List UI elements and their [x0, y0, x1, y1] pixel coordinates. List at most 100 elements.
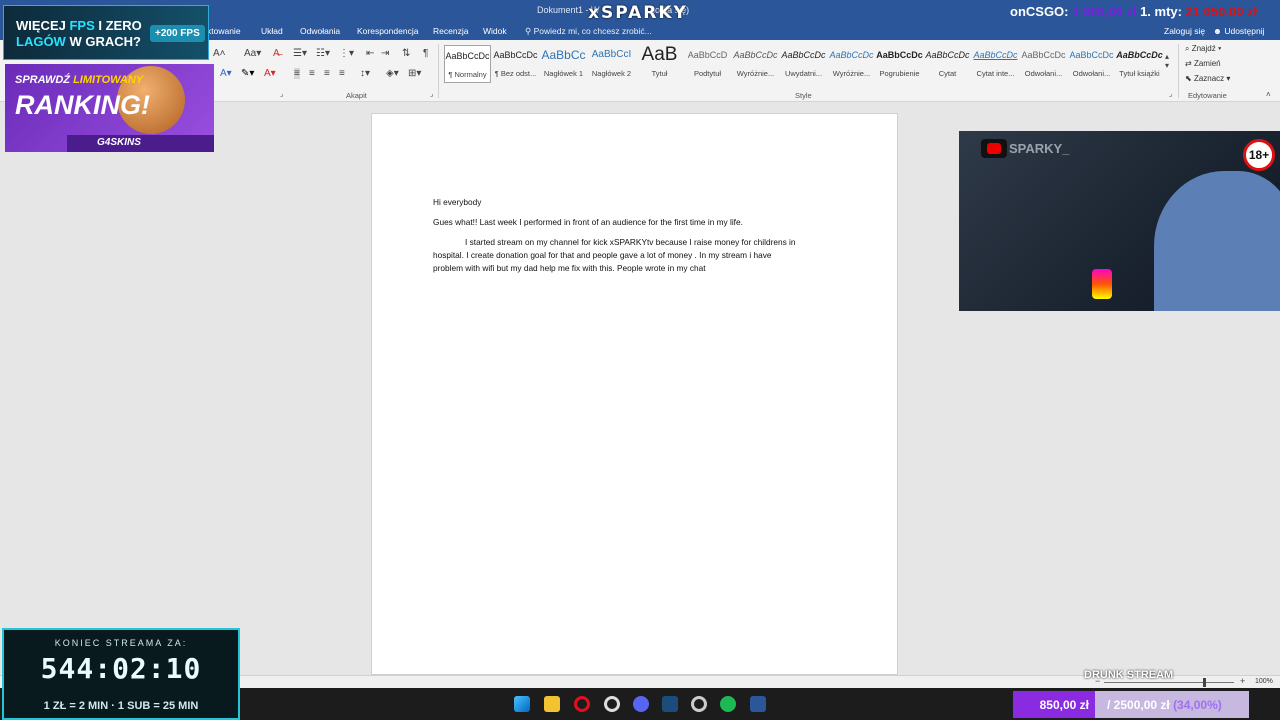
- increase-indent-icon[interactable]: ⇥: [381, 48, 389, 59]
- style-subtle-reference[interactable]: AaBbCcDc Odwołani...: [1020, 45, 1067, 83]
- style-sample: AaBbCcDc: [829, 50, 874, 60]
- settings-icon[interactable]: [604, 696, 620, 712]
- person-icon: ☻: [1213, 26, 1222, 36]
- age-restriction-badge: 18+: [1243, 139, 1275, 171]
- text-effects-icon[interactable]: A▾: [220, 68, 232, 79]
- style-quote[interactable]: AaBbCcDc Cytat: [924, 45, 971, 83]
- ranking-subtitle-word: SPRAWDŹ: [15, 74, 70, 86]
- paragraph-group-label: Akapit: [346, 91, 367, 100]
- editing-group-label: Edytowanie: [1188, 91, 1227, 100]
- discord-icon[interactable]: [633, 696, 649, 712]
- group-divider: [1178, 44, 1179, 98]
- tell-me-search[interactable]: ⚲ Powiedz mi, co chcesz zrobić...: [525, 26, 652, 37]
- numbering-icon[interactable]: ☷▾: [316, 48, 330, 59]
- webcam-overlay: SPARKY_ 18+: [959, 131, 1280, 311]
- find-label: Znajdź: [1191, 44, 1216, 53]
- style-name: Wyróżnie...: [832, 69, 871, 78]
- steam-icon[interactable]: [662, 696, 678, 712]
- styles-scroll-icon[interactable]: ▴ ▾: [1165, 52, 1169, 70]
- ad-word: WIĘCEJ: [16, 18, 66, 33]
- font-color-icon[interactable]: A▾: [264, 68, 276, 79]
- ad-word: I ZERO: [98, 18, 142, 33]
- change-case-icon[interactable]: Aa▾: [244, 48, 261, 59]
- streamer-figure: [1154, 171, 1280, 311]
- collapse-ribbon-icon[interactable]: ˄: [1266, 90, 1271, 99]
- decrease-indent-icon[interactable]: ⇤: [366, 48, 374, 59]
- style-name: Podtytuł: [693, 69, 722, 78]
- clear-format-icon[interactable]: A̶: [273, 48, 280, 59]
- select-label: Zaznacz: [1193, 74, 1225, 83]
- opera-icon[interactable]: [574, 696, 590, 712]
- goal-ticker-separator: 1. mty:: [1140, 4, 1182, 19]
- zoom-slider-thumb[interactable]: [1203, 678, 1206, 687]
- sign-in-link[interactable]: Zaloguj się: [1164, 26, 1205, 36]
- style-sample: AaBbCcDc: [973, 50, 1018, 60]
- tab-layout[interactable]: Układ: [261, 26, 283, 36]
- style-heading-2[interactable]: AaBbCcI Nagłówek 2: [588, 45, 635, 83]
- style-heading-1[interactable]: AaBbCc Nagłówek 1: [540, 45, 587, 83]
- multilevel-list-icon[interactable]: ⋮▾: [339, 48, 354, 59]
- style-emphasis[interactable]: AaBbCcDc Uwydatni...: [780, 45, 827, 83]
- style-intense-reference[interactable]: AaBbCcDc Odwołani...: [1068, 45, 1115, 83]
- tab-review[interactable]: Recenzja: [433, 26, 468, 36]
- donation-current: 850,00 zł: [1013, 691, 1095, 718]
- replace-button[interactable]: ⇄ Zamień: [1185, 59, 1221, 68]
- tab-view[interactable]: Widok: [483, 26, 507, 36]
- obs-icon[interactable]: [691, 696, 707, 712]
- style-strong[interactable]: AaBbCcDc Pogrubienie: [876, 45, 923, 83]
- style-name: ¶ Bez odst...: [494, 69, 537, 78]
- style-name: Cytat: [938, 69, 957, 78]
- style-subtle-emphasis[interactable]: AaBbCcDc Wyróżnie...: [732, 45, 779, 83]
- spotify-icon[interactable]: [720, 696, 736, 712]
- word-icon[interactable]: [750, 696, 766, 712]
- paragraph-3-line-3: problem with wifi but my dad help me fix…: [433, 263, 706, 273]
- styles-dialog-launcher-icon[interactable]: ⌟: [1169, 90, 1172, 98]
- zoom-in-icon[interactable]: +: [1240, 676, 1245, 686]
- file-explorer-icon[interactable]: [544, 696, 560, 712]
- donation-target: / 2500,00 zł (34,00%): [1095, 691, 1249, 718]
- style-name: Tytuł: [651, 69, 668, 78]
- document-page[interactable]: Hi everybody Gues what!! Last week I per…: [371, 113, 898, 675]
- font-dialog-launcher-icon[interactable]: ⌟: [280, 90, 283, 98]
- align-right-icon[interactable]: ≡: [324, 68, 330, 79]
- align-left-icon[interactable]: ≡: [294, 68, 300, 79]
- style-name: Cytat inte...: [976, 69, 1015, 78]
- paragraph-3-line-1: I started stream on my channel for kick …: [465, 237, 796, 247]
- style-no-spacing[interactable]: AaBbCcDc ¶ Bez odst...: [492, 45, 539, 83]
- tab-mailings[interactable]: Korespondencja: [357, 26, 418, 36]
- zoom-slider[interactable]: [1104, 682, 1234, 683]
- justify-icon[interactable]: ≡: [339, 68, 345, 79]
- line-spacing-icon[interactable]: ↕▾: [360, 68, 370, 79]
- bullets-icon[interactable]: ☰▾: [293, 48, 307, 59]
- tab-design[interactable]: ktowanie: [207, 26, 241, 36]
- font-grow-icon[interactable]: A˄: [213, 48, 226, 59]
- highlight-icon[interactable]: ✎▾: [241, 68, 254, 79]
- donation-target-amount: / 2500,00 zł: [1107, 698, 1170, 712]
- align-center-icon[interactable]: ≡: [309, 68, 315, 79]
- fps-ad-banner: WIĘCEJ FPS I ZERO LAGÓW W GRACH? +200 FP…: [3, 5, 209, 60]
- tab-references[interactable]: Odwołania: [300, 26, 340, 36]
- pilcrow-icon[interactable]: ¶: [423, 48, 428, 59]
- style-intense-quote[interactable]: AaBbCcDc Cytat inte...: [972, 45, 1019, 83]
- style-title[interactable]: AaB Tytuł: [636, 45, 683, 83]
- style-intense-emphasis[interactable]: AaBbCcDc Wyróżnie...: [828, 45, 875, 83]
- style-sample: AaBbCc: [541, 48, 586, 62]
- sort-icon[interactable]: ⇅: [402, 48, 410, 59]
- shading-icon[interactable]: ◈▾: [386, 68, 399, 79]
- style-subtitle[interactable]: AaBbCcD Podtytuł: [684, 45, 731, 83]
- style-name: Uwydatni...: [784, 69, 823, 78]
- borders-icon[interactable]: ⊞▾: [408, 68, 421, 79]
- style-book-title[interactable]: AaBbCcDc Tytuł książki: [1116, 45, 1163, 83]
- style-normal[interactable]: AaBbCcDc ¶ Normalny: [444, 45, 491, 83]
- ranking-subtitle-word: LIMITOWANY: [73, 74, 144, 86]
- windows-start-icon[interactable]: [514, 696, 530, 712]
- paragraph-dialog-launcher-icon[interactable]: ⌟: [430, 90, 433, 98]
- find-button[interactable]: ⌕ Znajdź ▾: [1185, 44, 1221, 54]
- share-button[interactable]: ☻ Udostępnij: [1213, 26, 1265, 36]
- style-name: Nagłówek 2: [591, 69, 632, 78]
- ad-headline-1: WIĘCEJ FPS I ZERO: [16, 18, 142, 33]
- select-button[interactable]: ⬉ Zaznacz ▾: [1185, 74, 1230, 83]
- zoom-level[interactable]: 100%: [1255, 678, 1273, 685]
- style-name: ¶ Normalny: [448, 70, 487, 79]
- webcam-channel-name: SPARKY_: [1009, 141, 1070, 156]
